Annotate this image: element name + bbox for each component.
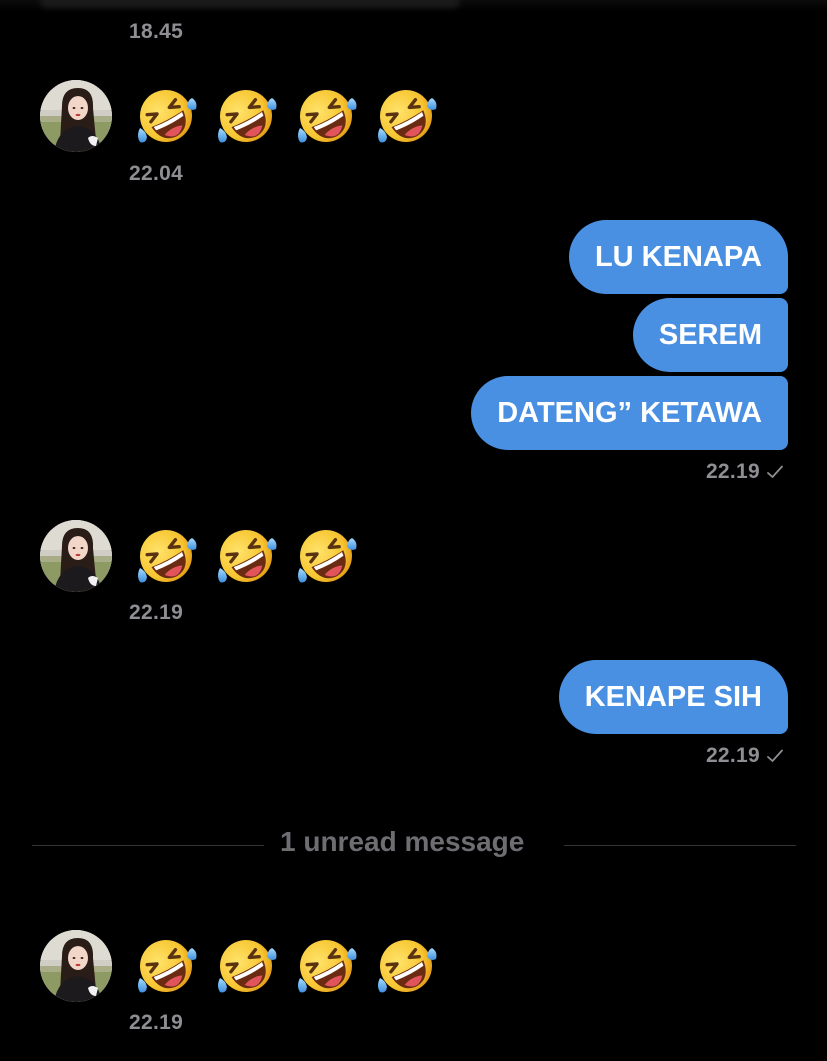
checkmark-icon <box>767 749 783 762</box>
message-timestamp: 22.19 <box>129 1011 184 1034</box>
message-status: 22.19 <box>706 744 784 768</box>
outgoing-message-bubble[interactable]: DATENG” KETAWA <box>471 376 788 450</box>
rofl-emoji-icon <box>214 524 278 588</box>
contact-avatar[interactable] <box>40 930 112 1002</box>
unread-divider-label: 1 unread message <box>280 826 525 857</box>
rofl-emoji-icon <box>294 934 358 998</box>
rofl-emoji-icon <box>214 84 278 148</box>
rofl-emoji-icon <box>134 84 198 148</box>
incoming-emoji-message[interactable] <box>134 934 438 998</box>
message-timestamp: 22.04 <box>129 162 184 185</box>
outgoing-message-bubble[interactable]: SEREM <box>632 298 788 372</box>
checkmark-icon <box>767 465 783 478</box>
rofl-emoji-icon <box>294 84 358 148</box>
rofl-emoji-icon <box>374 84 438 148</box>
rofl-emoji-icon <box>294 524 358 588</box>
message-status: 22.19 <box>706 460 784 484</box>
divider-line-right <box>564 845 796 846</box>
incoming-emoji-message[interactable] <box>134 84 438 148</box>
message-timestamp: 22.19 <box>705 460 760 483</box>
contact-avatar[interactable] <box>40 80 112 152</box>
divider-line-left <box>32 845 264 846</box>
rofl-emoji-icon <box>134 524 198 588</box>
rofl-emoji-icon <box>214 934 278 998</box>
message-timestamp: 22.19 <box>705 744 760 767</box>
rofl-emoji-icon <box>134 934 198 998</box>
outgoing-message-bubble[interactable]: LU KENAPA <box>568 220 788 294</box>
message-timestamp: 18.45 <box>129 20 184 43</box>
incoming-emoji-message[interactable] <box>134 524 358 588</box>
outgoing-message-bubble[interactable]: KENAPE SIH <box>558 660 788 734</box>
previous-message-remnant <box>40 0 460 8</box>
message-timestamp: 22.19 <box>129 601 184 624</box>
rofl-emoji-icon <box>374 934 438 998</box>
contact-avatar[interactable] <box>40 520 112 592</box>
